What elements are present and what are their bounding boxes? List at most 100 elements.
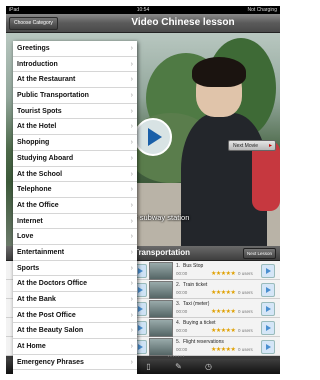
app-window: iPad 10:54 Not Charging Choose Category … xyxy=(6,6,280,374)
arrow-right-icon: ▸ xyxy=(268,143,272,149)
menu-item-studying-aboard[interactable]: Studying Aboard › xyxy=(13,151,137,167)
menu-item-label: At the School xyxy=(17,170,63,178)
menu-item-doctors-office[interactable]: At the Doctors Office › xyxy=(13,276,137,292)
lesson-number: 4. xyxy=(176,320,181,326)
menu-item-label: Sports xyxy=(17,264,40,272)
menu-item-label: At the Bank xyxy=(17,296,56,303)
lesson-time: 00:00 xyxy=(176,328,188,333)
menu-item-label: Public Transportation xyxy=(17,92,89,100)
person-hair xyxy=(192,57,246,87)
chevron-right-icon: › xyxy=(130,186,133,194)
menu-item-office[interactable]: At the Office › xyxy=(13,198,137,214)
menu-item-sports[interactable]: Sports › xyxy=(13,261,137,277)
menu-item-shopping[interactable]: Shopping › xyxy=(13,135,137,151)
open-lesson-icon[interactable] xyxy=(261,321,275,335)
chevron-right-icon: › xyxy=(130,264,133,272)
menu-item-label: Love xyxy=(17,233,34,241)
lesson-users: 0 users xyxy=(238,328,253,333)
lesson-thumbnail xyxy=(149,262,173,280)
star-rating-icon: ★★★★★ xyxy=(211,309,236,315)
menu-item-label: At the Post Office xyxy=(17,311,76,319)
open-lesson-icon[interactable] xyxy=(261,283,275,297)
lesson-name: Taxi (meter) xyxy=(183,301,210,307)
lesson-time: 00:00 xyxy=(176,347,188,352)
star-rating-icon: ★★★★★ xyxy=(211,328,236,334)
chevron-right-icon: › xyxy=(130,123,133,131)
choose-category-button[interactable]: Choose Category xyxy=(9,17,58,30)
menu-item-label: At the Beauty Salon xyxy=(17,327,84,335)
menu-item-label: Telephone xyxy=(17,186,52,194)
menu-item-love[interactable]: Love › xyxy=(13,229,137,245)
status-bar: iPad 10:54 Not Charging xyxy=(6,6,280,14)
book-icon[interactable]: ▯ xyxy=(144,362,153,371)
chevron-right-icon: › xyxy=(130,60,133,68)
menu-item-bank[interactable]: At the Bank › xyxy=(13,292,137,308)
status-time: 10:54 xyxy=(136,7,150,13)
lesson-users: 0 users xyxy=(238,347,253,352)
video-subtitle: or subway station xyxy=(131,213,190,222)
menu-item-public-transportation[interactable]: Public Transportation › xyxy=(13,88,137,104)
lesson-number: 2. xyxy=(176,282,181,288)
open-lesson-icon[interactable] xyxy=(261,340,275,354)
menu-item-emergency-phrases[interactable]: Emergency Phrases › xyxy=(13,355,137,371)
menu-item-label: At the Office xyxy=(17,201,59,209)
chevron-right-icon: › xyxy=(130,92,133,100)
menu-item-label: At the Restaurant xyxy=(17,76,76,84)
chevron-right-icon: › xyxy=(130,154,133,162)
next-movie-label: Next Movie xyxy=(233,143,259,149)
menu-item-restaurant[interactable]: At the Restaurant › xyxy=(13,72,137,89)
menu-item-label: Internet xyxy=(17,217,43,225)
chevron-right-icon: › xyxy=(130,233,133,241)
chevron-right-icon: › xyxy=(130,311,133,319)
play-icon[interactable] xyxy=(134,118,172,156)
menu-item-label: Emergency Phrases xyxy=(17,358,84,366)
next-movie-button[interactable]: Next Movie ▸ xyxy=(228,140,276,151)
chevron-right-icon: › xyxy=(130,76,133,84)
chevron-right-icon: › xyxy=(130,201,133,209)
pencil-icon[interactable]: ✎ xyxy=(174,362,183,371)
lesson-users: 0 users xyxy=(238,309,253,314)
clock-icon[interactable]: ◷ xyxy=(204,362,213,371)
menu-item-home[interactable]: At Home › xyxy=(13,339,137,355)
category-menu: Greetings › Introduction › At the Restaura… xyxy=(13,41,137,374)
lesson-panel-title: Transportation xyxy=(134,248,191,257)
menu-item-label: Introduction xyxy=(17,60,58,68)
lesson-thumbnail xyxy=(149,300,173,318)
menu-item-tourist-spots[interactable]: Tourist Spots › xyxy=(13,104,137,120)
menu-item-greetings[interactable]: Greetings › xyxy=(13,41,137,57)
chevron-right-icon: › xyxy=(130,170,133,178)
menu-item-label: Greetings xyxy=(17,45,50,52)
menu-item-post-office[interactable]: At the Post Office › xyxy=(13,308,137,324)
chevron-right-icon: › xyxy=(130,327,133,335)
lesson-number: 3. xyxy=(176,301,181,307)
menu-item-school[interactable]: At the School › xyxy=(13,167,137,183)
next-lesson-button[interactable]: Next Lesson xyxy=(242,248,276,259)
chevron-right-icon: › xyxy=(130,248,133,256)
chevron-right-icon: › xyxy=(130,343,133,351)
star-rating-icon: ★★★★★ xyxy=(211,271,236,277)
lesson-thumbnail xyxy=(149,319,173,337)
menu-item-label: At the Hotel xyxy=(17,123,57,131)
menu-item-hotel[interactable]: At the Hotel › xyxy=(13,119,137,136)
menu-item-label: At Home xyxy=(17,343,46,351)
open-lesson-icon[interactable] xyxy=(261,302,275,316)
lesson-name: Bus Stop xyxy=(183,263,204,269)
open-lesson-icon[interactable] xyxy=(261,264,275,278)
menu-item-beauty-salon[interactable]: At the Beauty Salon › xyxy=(13,323,137,340)
lesson-name: Train ticket xyxy=(183,282,208,288)
lesson-name: Buying a ticket xyxy=(183,320,216,326)
lesson-time: 00:00 xyxy=(176,309,188,314)
menu-item-entertainment[interactable]: Entertainment › xyxy=(13,245,137,261)
menu-item-introduction[interactable]: Introduction › xyxy=(13,57,137,73)
chevron-right-icon: › xyxy=(130,139,133,147)
lesson-thumbnail xyxy=(149,281,173,299)
chevron-right-icon: › xyxy=(130,217,133,225)
star-rating-icon: ★★★★★ xyxy=(211,290,236,296)
lesson-name: Flight reservations xyxy=(183,339,224,345)
chevron-right-icon: › xyxy=(130,358,133,366)
menu-item-internet[interactable]: Internet › xyxy=(13,214,137,230)
chevron-right-icon: › xyxy=(130,107,133,115)
lesson-time: 00:00 xyxy=(176,290,188,295)
lesson-users: 0 users xyxy=(238,290,253,295)
menu-item-telephone[interactable]: Telephone › xyxy=(13,182,137,198)
